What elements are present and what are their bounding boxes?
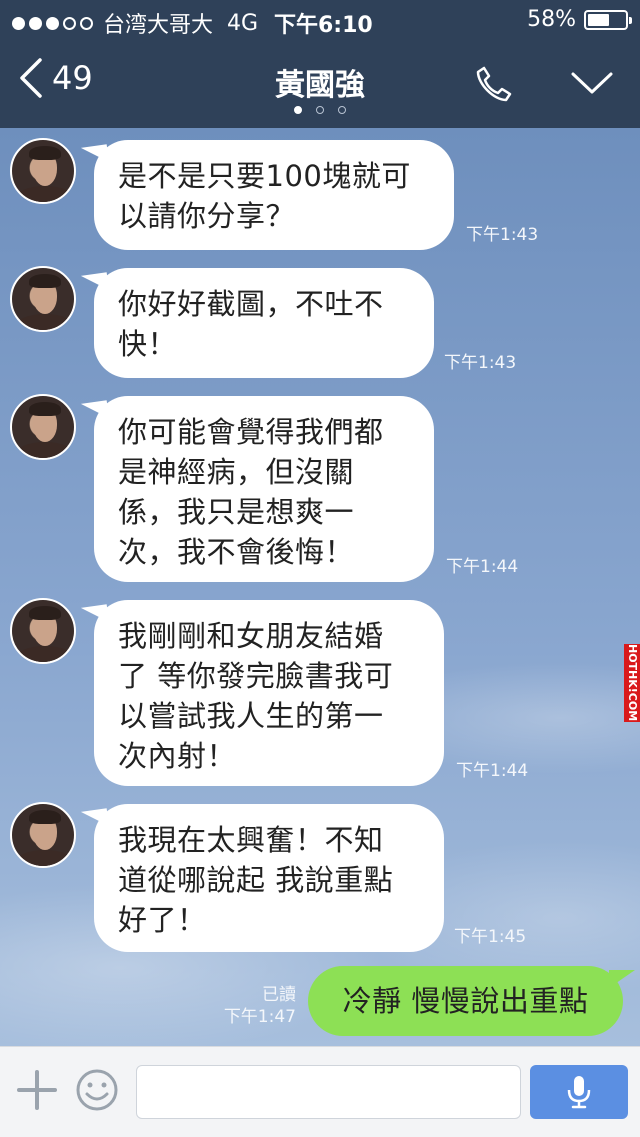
read-receipt: 已讀 下午1:47 [210,984,296,1028]
incoming-message-bubble[interactable]: 你可能會覺得我們都 是神經病，但沒關 係，我只是想爽一 次，我不會後悔！ [94,396,434,582]
page-dot [294,106,302,114]
avatar[interactable] [10,266,76,332]
page-dot [316,106,324,114]
status-bar: 台湾大哥大 4G 下午6:10 58% [0,0,640,40]
chat-area[interactable]: 是不是只要100塊就可 以請你分享？ 下午1:43 你好好截圖，不吐不 快！ 下… [0,128,640,1046]
message-timestamp: 下午1:47 [223,1007,296,1027]
message-text-line: 係，我只是想爽一 [118,495,355,529]
voice-message-button[interactable] [530,1065,628,1119]
incoming-message-bubble[interactable]: 是不是只要100塊就可 以請你分享？ [94,140,454,250]
network-label: 4G [227,10,259,36]
header: 台湾大哥大 4G 下午6:10 58% 49 黃國強 [0,0,640,128]
message-timestamp: 下午1:44 [446,557,519,577]
message-text-line: 是不是只要100塊就可 [118,159,411,193]
message-text: 冷靜 慢慢說出重點 [342,984,589,1018]
incoming-message-bubble[interactable]: 你好好截圖，不吐不 快！ [94,268,434,378]
outgoing-message-bubble[interactable]: 冷靜 慢慢說出重點 [308,966,635,1036]
message-text-line: 你好好截圖，不吐不 [118,287,384,321]
avatar[interactable] [10,394,76,460]
avatar[interactable] [10,598,76,664]
message-text-line: 我現在太興奮！不知 [118,823,384,857]
message-text-line: 快！ [118,327,178,361]
message-text-line: 是神經病，但沒關 [118,455,355,489]
message-input-bar [0,1046,640,1137]
message-text-line: 好了！ [118,903,207,937]
battery-icon [584,9,632,30]
carrier-label: 台湾大哥大 [103,13,214,38]
message-text-line: 以請你分享？ [118,199,296,233]
page-indicator [0,106,640,114]
smiley-icon[interactable] [74,1067,120,1113]
message-timestamp: 下午1:45 [454,927,527,947]
message-timestamp: 下午1:43 [444,353,517,373]
message-input[interactable] [136,1065,521,1119]
signal-strength-icon [12,16,93,30]
contact-name[interactable]: 黃國強 [0,60,640,104]
incoming-message-bubble[interactable]: 我剛剛和女朋友結婚 了 等你發完臉書我可 以嘗試我人生的第一 次內射！ [94,600,444,786]
microphone-icon [567,1076,591,1109]
message-timestamp: 下午1:44 [456,761,529,781]
message-text-line: 以嘗試我人生的第一 [118,699,384,733]
message-text-line: 你可能會覺得我們都 [118,415,384,449]
avatar[interactable] [10,802,76,868]
chevron-down-icon[interactable] [570,68,614,98]
message-text-line: 道從哪說起 我說重點 [118,863,394,897]
message-text-line: 次內射！ [118,739,237,773]
phone-icon[interactable] [474,64,514,104]
plus-icon[interactable] [14,1067,60,1113]
battery-percentage: 58% [527,7,576,32]
message-timestamp: 下午1:43 [466,225,539,245]
message-text-line: 次，我不會後悔！ [118,535,355,569]
chat-navbar: 49 黃國強 [0,44,640,128]
avatar[interactable] [10,138,76,204]
message-text-line: 我剛剛和女朋友結婚 [118,619,384,653]
incoming-message-bubble[interactable]: 我現在太興奮！不知 道從哪說起 我說重點 好了！ [94,804,444,952]
read-label: 已讀 [262,985,296,1005]
page-dot [338,106,346,114]
clock: 下午6:10 [274,13,373,38]
message-text-line: 了 等你發完臉書我可 [118,659,394,693]
watermark-logo: HOTHK!COM [624,644,640,722]
